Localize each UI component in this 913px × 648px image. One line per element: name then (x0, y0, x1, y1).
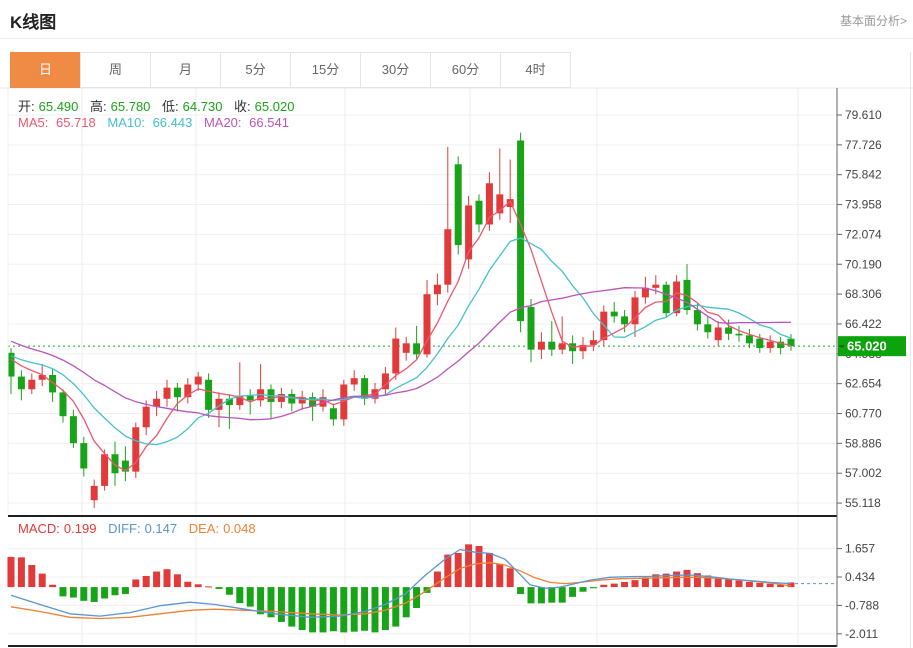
open-value: 65.490 (39, 99, 79, 114)
tab-30min[interactable]: 30分 (360, 52, 431, 88)
high-label: 高: (90, 99, 107, 114)
tab-day[interactable]: 日 (10, 52, 81, 88)
main-axis-tick-label: 75.842 (845, 168, 882, 182)
main-axis-tick-label: 73.958 (845, 198, 882, 212)
macd-legend: MACD: 0.199 DIFF: 0.147 DEA: 0.048 (18, 521, 264, 536)
low-value: 64.730 (183, 99, 223, 114)
tab-4hour[interactable]: 4时 (500, 52, 571, 88)
ma10-value: 66.443 (153, 115, 193, 130)
main-axis-tick-label: 62.654 (845, 377, 882, 391)
dea-label: DEA: (189, 521, 219, 536)
macd-value: 0.199 (64, 521, 97, 536)
main-axis-tick-label: 79.610 (845, 108, 882, 122)
candles-group (8, 133, 795, 509)
macd-axis-tick-label: -2.011 (845, 627, 878, 641)
svg-text:65.020: 65.020 (847, 339, 887, 354)
ohlc-legend: 开: 65.490 高: 65.780 低: 64.730 收: 65.020 (18, 96, 302, 115)
main-axis-tick-label: 77.726 (845, 138, 882, 152)
tab-5min[interactable]: 5分 (220, 52, 291, 88)
tab-60min[interactable]: 60分 (430, 52, 501, 88)
main-axis-tick-label: 57.002 (845, 466, 882, 480)
diff-label: DIFF: (108, 521, 141, 536)
kline-page: K线图 基本面分析> 日 周 月 5分 15分 30分 60分 4时 开:65.… (0, 0, 913, 648)
macd-axis-tick-label: -0.788 (845, 598, 879, 612)
ma5-line (11, 201, 791, 470)
high-value: 65.780 (111, 99, 151, 114)
macd-label: MACD: (18, 521, 60, 536)
ma10-label: MA10: (107, 115, 145, 130)
ma20-label: MA20: (204, 115, 242, 130)
close-value: 65.020 (255, 99, 295, 114)
dea-value: 0.048 (223, 521, 256, 536)
macd-axis-tick-label: 1.657 (845, 542, 875, 556)
period-tabs: 日 周 月 5分 15分 30分 60分 4时 (10, 52, 571, 88)
ma5-label: MA5: (18, 115, 48, 130)
open-label: 开: (18, 99, 35, 114)
diff-value: 0.147 (145, 521, 178, 536)
tab-month[interactable]: 月 (150, 52, 221, 88)
main-axis-tick-label: 58.886 (845, 436, 882, 450)
main-axis-tick-label: 60.770 (845, 407, 882, 421)
low-label: 低: (162, 99, 179, 114)
main-axis-tick-label: 72.074 (845, 227, 882, 241)
macd-axis-tick-label: 0.434 (845, 570, 875, 584)
current-price-badge: 65.020 (838, 336, 906, 356)
macd-bars-group (8, 544, 795, 632)
tab-15min[interactable]: 15分 (290, 52, 361, 88)
main-axis-tick-label: 68.306 (845, 287, 882, 301)
main-axis-tick-label: 70.190 (845, 257, 882, 271)
close-label: 收: (234, 99, 251, 114)
main-axis-tick-label: 55.118 (845, 496, 881, 510)
tab-week[interactable]: 周 (80, 52, 151, 88)
ma-legend: MA5: 65.718 MA10: 66.443 MA20: 66.541 (18, 115, 297, 130)
ma5-value: 65.718 (56, 115, 96, 130)
main-axis-tick-label: 66.422 (845, 317, 882, 331)
ma20-value: 66.541 (249, 115, 289, 130)
